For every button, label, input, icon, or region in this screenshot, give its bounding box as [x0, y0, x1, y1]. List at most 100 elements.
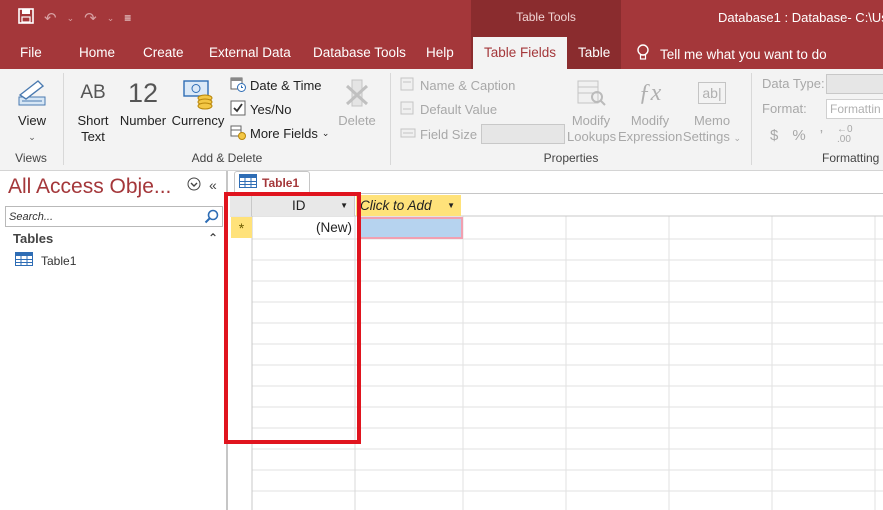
delete-icon — [334, 75, 380, 111]
yes-no-button[interactable]: Yes/No — [230, 100, 291, 119]
currency-button[interactable]: Currency — [170, 75, 226, 129]
undo-dropdown-icon[interactable]: ⌄ — [67, 13, 75, 24]
more-fields-button[interactable]: More Fields ⌄ — [230, 124, 329, 143]
modify-expression-label-2: Expression — [618, 129, 683, 144]
tab-external-data[interactable]: External Data — [209, 45, 291, 60]
short-text-button[interactable]: AB Short Text — [75, 75, 111, 145]
view-design-icon — [12, 75, 52, 111]
default-value-button[interactable]: Default Value — [400, 100, 497, 119]
redo-icon[interactable]: ↷ — [84, 9, 97, 27]
search-icon[interactable] — [204, 209, 219, 227]
number-button[interactable]: 12 Number — [117, 75, 169, 129]
nav-pane-title[interactable]: All Access Obje... — [8, 175, 171, 199]
table-icon — [239, 174, 257, 191]
tab-database-tools[interactable]: Database Tools — [313, 45, 406, 60]
tab-table-fields[interactable]: Table Fields — [473, 37, 568, 69]
memo-settings-button[interactable]: ab| Memo Settings ⌄ — [682, 75, 742, 146]
tell-me-box[interactable]: Tell me what you want to do — [636, 44, 827, 65]
table-icon — [15, 252, 33, 269]
field-size-row: Field Size — [400, 124, 566, 144]
customize-qat-icon[interactable]: ≡ — [124, 11, 131, 25]
more-fields-label: More Fields — [250, 126, 318, 141]
title-bar: ↶ ⌄ ↷ ⌄ ≡ Table Tools Database1 : Databa… — [0, 0, 883, 37]
properties-group-label: Properties — [543, 151, 599, 165]
document-title: Database1 : Database- C:\Use — [718, 10, 883, 25]
formatting-group: Data Type: Format: Formattin $ % ’ ←0.00… — [752, 69, 883, 169]
lightbulb-icon — [636, 44, 650, 65]
format-row: Format: — [762, 101, 807, 116]
currency-format-button[interactable]: $ — [770, 127, 778, 144]
yes-no-label: Yes/No — [250, 102, 292, 117]
click-to-add-label: Click to Add — [360, 198, 432, 213]
click-to-add-cell[interactable] — [357, 217, 463, 239]
view-button[interactable]: View ⌄ — [12, 75, 52, 145]
ribbon: View ⌄ Views AB Short Text 12 Number Cur… — [0, 69, 883, 171]
increase-decimals-icon[interactable]: ←0.00 — [837, 125, 853, 145]
nav-section-label: Tables — [13, 231, 54, 246]
currency-icon — [170, 75, 226, 111]
tab-file[interactable]: File — [20, 45, 42, 60]
delete-label: Delete — [338, 113, 376, 128]
memo-dropdown-icon: ⌄ — [733, 133, 742, 143]
function-icon: ƒx — [638, 80, 662, 106]
nav-item-table1[interactable]: Table1 — [15, 252, 76, 269]
name-caption-icon — [400, 76, 416, 95]
collapse-section-icon[interactable]: ⌃ — [208, 231, 218, 246]
modify-expression-label-1: Modify — [630, 113, 670, 128]
short-text-label-2: Text — [81, 129, 105, 144]
nav-pane-controls: « — [187, 177, 217, 194]
redo-dropdown-icon[interactable]: ⌄ — [107, 13, 115, 24]
data-type-row: Data Type: — [762, 76, 825, 91]
date-time-button[interactable]: Date & Time — [230, 76, 322, 95]
properties-group: Name & Caption Default Value Field Size … — [391, 69, 751, 169]
views-group-label: Views — [15, 151, 47, 165]
calendar-clock-icon — [230, 76, 246, 95]
comma-format-button[interactable]: ’ — [820, 127, 823, 144]
modify-lookups-button[interactable]: Modify Lookups — [567, 75, 617, 145]
ribbon-tabs: File Home Create External Data Database … — [0, 37, 883, 69]
memo-settings-label-2: Settings — [682, 129, 730, 144]
undo-icon[interactable]: ↶ — [44, 9, 57, 27]
views-group: View ⌄ Views — [0, 69, 62, 169]
modify-lookups-icon — [567, 75, 615, 111]
data-type-label: Data Type: — [762, 76, 825, 91]
view-label: View — [18, 113, 46, 128]
field-size-label: Field Size — [420, 126, 478, 142]
name-caption-label: Name & Caption — [420, 78, 516, 93]
name-caption-button[interactable]: Name & Caption — [400, 76, 515, 95]
shutter-bar-close-icon[interactable]: « — [209, 177, 217, 194]
tell-me-label: Tell me what you want to do — [660, 47, 827, 62]
nav-menu-chevron-icon[interactable] — [187, 177, 201, 194]
nav-item-label: Table1 — [41, 253, 77, 268]
tab-home[interactable]: Home — [79, 45, 115, 60]
currency-label: Currency — [171, 113, 225, 128]
checkbox-icon — [230, 100, 246, 119]
modify-lookups-label-2: Lookups — [567, 129, 617, 144]
add-field-dropdown-icon[interactable]: ▼ — [447, 201, 455, 210]
number-icon: 12 — [127, 78, 159, 108]
nav-search-input[interactable] — [6, 207, 196, 226]
field-size-input[interactable] — [481, 124, 566, 144]
date-time-label: Date & Time — [250, 78, 322, 93]
document-tab-table1[interactable]: Table1 — [234, 171, 310, 193]
formatting-group-label: Formatting — [822, 151, 880, 165]
navigation-pane: All Access Obje... « Tables ⌃ Table1 — [0, 171, 228, 510]
percent-format-button[interactable]: % — [792, 127, 805, 144]
delete-button[interactable]: Delete — [334, 75, 380, 129]
column-header-click-to-add[interactable]: Click to Add ▼ — [356, 195, 461, 216]
view-dropdown-icon: ⌄ — [28, 132, 36, 142]
tab-create[interactable]: Create — [143, 45, 184, 60]
nav-section-tables[interactable]: Tables ⌃ — [13, 231, 218, 246]
add-delete-group-label: Add & Delete — [191, 151, 263, 165]
save-icon[interactable] — [18, 8, 34, 28]
modify-expression-button[interactable]: ƒx Modify Expression — [618, 75, 682, 145]
tab-help[interactable]: Help — [426, 45, 454, 60]
format-select[interactable]: Formattin — [826, 99, 883, 119]
data-type-select[interactable] — [826, 74, 883, 94]
memo-settings-label-1: Memo — [693, 113, 731, 128]
more-fields-icon — [230, 124, 246, 143]
modify-lookups-label-1: Modify — [571, 113, 611, 128]
tab-table[interactable]: Table — [578, 45, 610, 60]
memo-icon-text: ab| — [698, 82, 726, 104]
number-format-row: $ % ’ ←0.00 — [770, 125, 853, 145]
